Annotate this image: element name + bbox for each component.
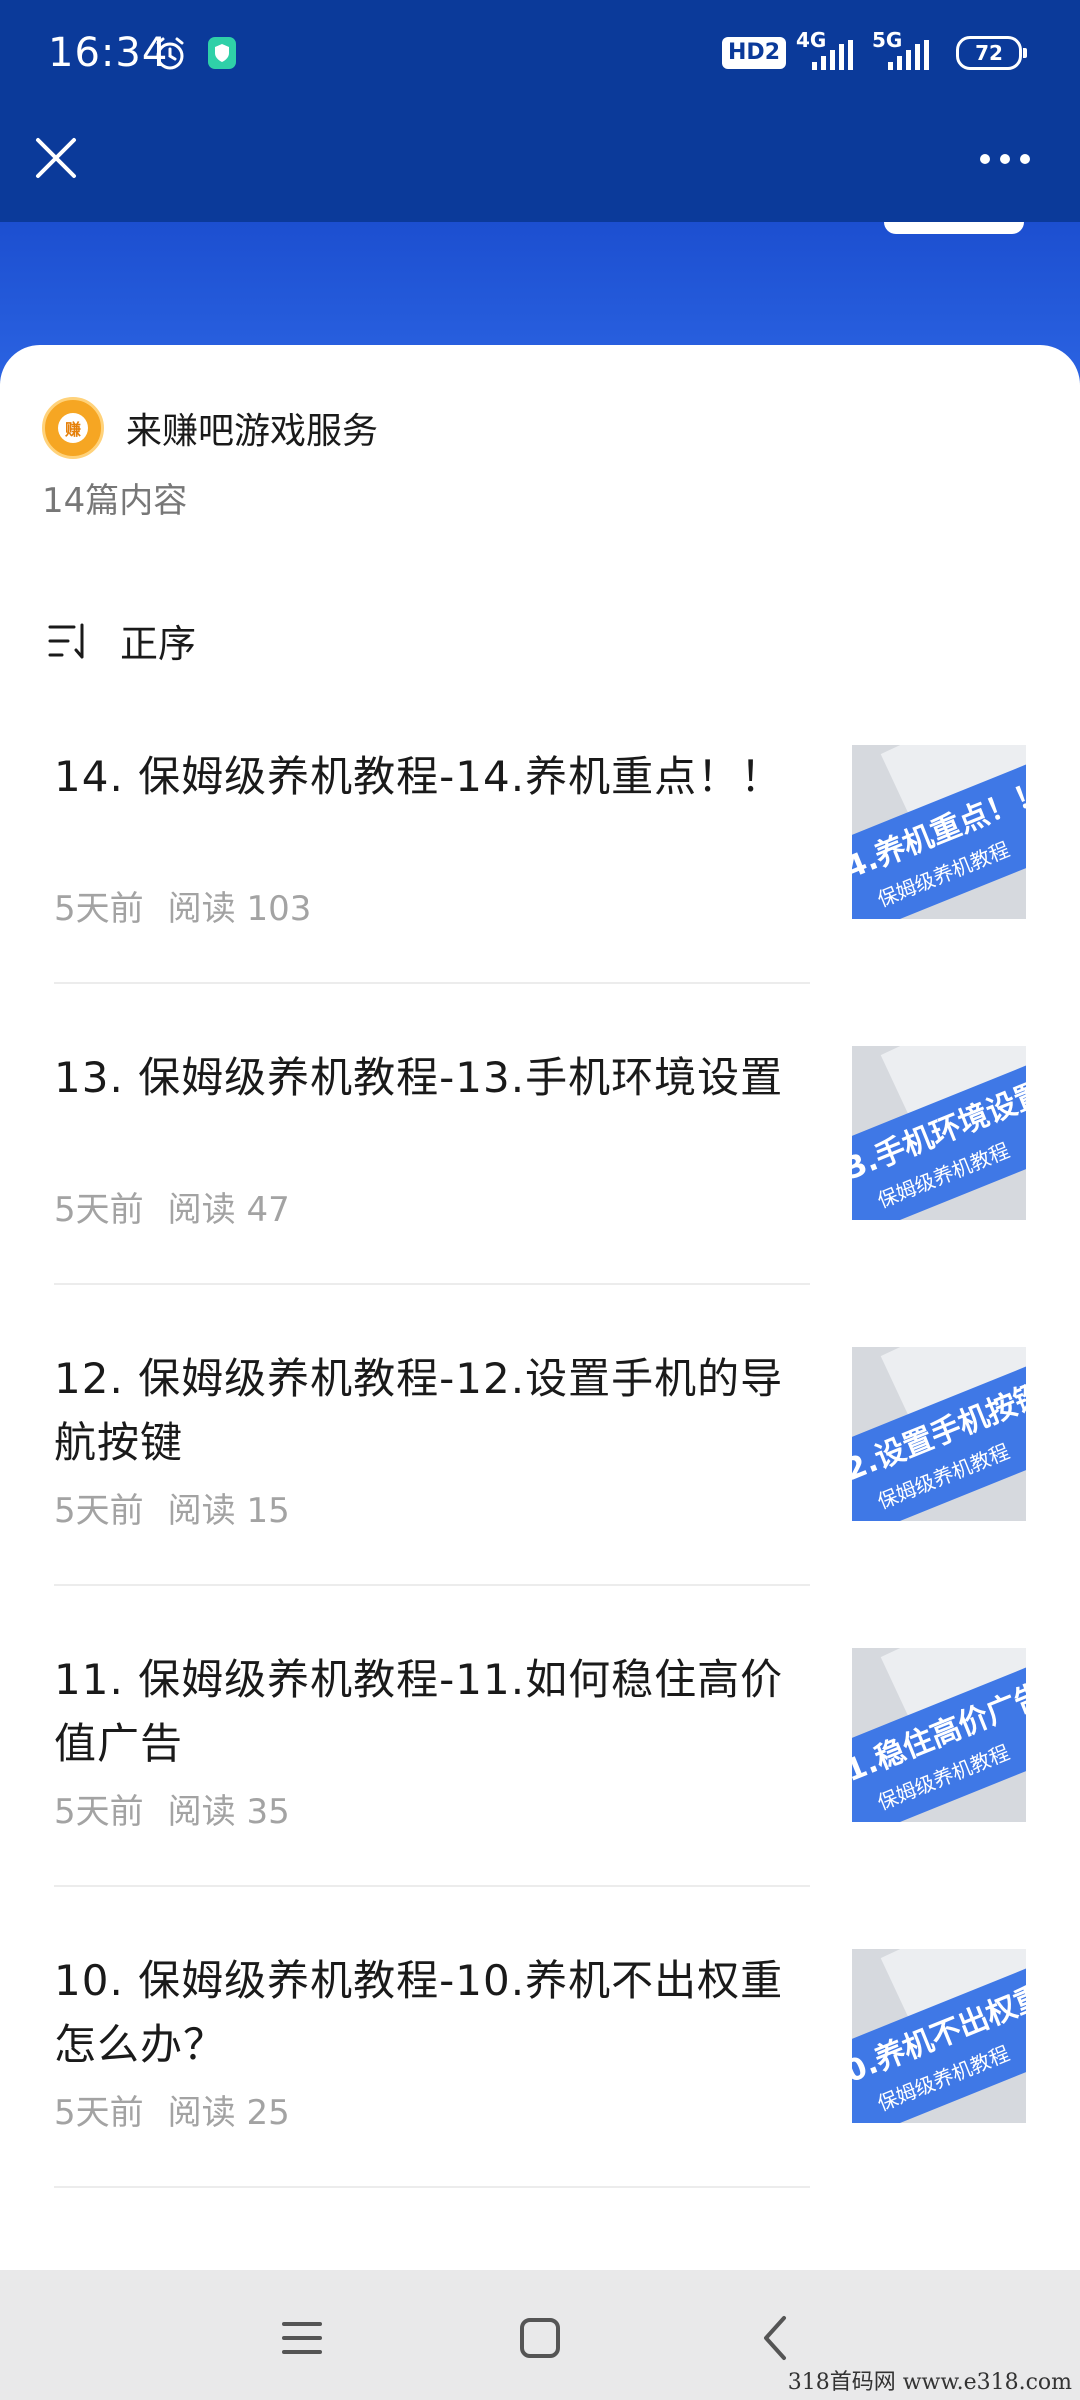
sort-label: 正序 xyxy=(120,622,197,666)
status-bar: 16:34 HD2 4G 5G 72 xyxy=(0,0,1080,110)
top-nav xyxy=(0,110,1080,222)
sort-icon xyxy=(48,623,84,658)
avatar-inner: 赚 xyxy=(58,413,88,443)
article-time: 5天前 xyxy=(54,1190,144,1230)
article-time: 5天前 xyxy=(54,1491,144,1531)
list-item[interactable]: 11. 保姆级养机教程-11.如何稳住高价值广告 5天前 阅读 35 1.稳住高价… xyxy=(0,1648,1080,1948)
signal-icon xyxy=(812,40,853,70)
system-nav-bar: 318首码网 www.e318.com xyxy=(0,2270,1080,2400)
divider xyxy=(54,1283,810,1285)
account-header[interactable]: 赚 来赚吧游戏服务 xyxy=(42,397,378,459)
signal-4g: 4G xyxy=(796,28,862,74)
status-time: 16:34 xyxy=(48,30,169,76)
signal-icon xyxy=(888,40,929,70)
shield-icon xyxy=(208,37,236,69)
status-indicators: HD2 4G 5G 72 xyxy=(722,28,1027,74)
more-icon[interactable] xyxy=(970,144,1040,174)
article-thumbnail[interactable]: 4.养机重点！！ 保姆级养机教程 xyxy=(852,745,1026,919)
article-title[interactable]: 12. 保姆级养机教程-12.设置手机的导航按键 xyxy=(54,1347,814,1475)
avatar[interactable]: 赚 xyxy=(42,397,104,459)
content-sheet: 赚 来赚吧游戏服务 14篇内容 正序 14. 保姆级养机教程-14.养机重点！！… xyxy=(0,345,1080,2270)
article-meta: 5天前 阅读 25 xyxy=(54,2085,290,2134)
more-dot xyxy=(1020,154,1030,164)
home-icon[interactable] xyxy=(510,2308,570,2368)
close-icon[interactable] xyxy=(28,130,84,186)
battery-level: 72 xyxy=(975,41,1003,65)
article-time: 5天前 xyxy=(54,1792,144,1832)
list-item[interactable]: 13. 保姆级养机教程-13.手机环境设置 5天前 阅读 47 3.手机环境设置 … xyxy=(0,1046,1080,1346)
divider xyxy=(54,2186,810,2188)
article-title[interactable]: 11. 保姆级养机教程-11.如何稳住高价值广告 xyxy=(54,1648,814,1776)
alarm-icon xyxy=(156,37,184,70)
article-meta: 5天前 阅读 35 xyxy=(54,1784,290,1833)
sort-toggle[interactable]: 正序 xyxy=(48,613,196,668)
list-item[interactable]: 12. 保姆级养机教程-12.设置手机的导航按键 5天前 阅读 15 2.设置手机… xyxy=(0,1347,1080,1647)
article-title[interactable]: 13. 保姆级养机教程-13.手机环境设置 xyxy=(54,1046,814,1110)
content-count: 14篇内容 xyxy=(42,481,188,521)
article-thumbnail[interactable]: 2.设置手机按键 保姆级养机教程 xyxy=(852,1347,1026,1521)
signal-5g: 5G xyxy=(872,28,938,74)
more-dot xyxy=(980,154,990,164)
list-item[interactable]: 14. 保姆级养机教程-14.养机重点！！ 5天前 阅读 103 4.养机重点！！… xyxy=(0,745,1080,1045)
article-thumbnail[interactable]: 1.稳住高价广告 保姆级养机教程 xyxy=(852,1648,1026,1822)
battery-icon: 72 xyxy=(956,36,1027,70)
list-item[interactable]: 10. 保姆级养机教程-10.养机不出权重怎么办？ 5天前 阅读 25 0.养机不… xyxy=(0,1949,1080,2249)
divider xyxy=(54,1885,810,1887)
article-time: 5天前 xyxy=(54,889,144,929)
article-title[interactable]: 14. 保姆级养机教程-14.养机重点！！ xyxy=(54,745,814,809)
article-meta: 5天前 阅读 103 xyxy=(54,881,311,930)
article-thumbnail[interactable]: 3.手机环境设置 保姆级养机教程 xyxy=(852,1046,1026,1220)
menu-icon[interactable] xyxy=(272,2308,332,2368)
account-name[interactable]: 来赚吧游戏服务 xyxy=(126,402,378,454)
hd-badge: HD2 xyxy=(722,37,786,69)
article-reads: 阅读 15 xyxy=(167,1491,290,1531)
article-time: 5天前 xyxy=(54,2093,144,2133)
article-reads: 阅读 47 xyxy=(167,1190,290,1230)
article-thumbnail[interactable]: 0.养机不出权重 保姆级养机教程 xyxy=(852,1949,1026,2123)
back-icon[interactable] xyxy=(746,2308,806,2368)
article-meta: 5天前 阅读 47 xyxy=(54,1182,290,1231)
article-title[interactable]: 10. 保姆级养机教程-10.养机不出权重怎么办？ xyxy=(54,1949,814,2077)
divider xyxy=(54,982,810,984)
divider xyxy=(54,1584,810,1586)
article-meta: 5天前 阅读 15 xyxy=(54,1483,290,1532)
watermark: 318首码网 www.e318.com xyxy=(787,2370,1072,2395)
article-reads: 阅读 25 xyxy=(167,2093,290,2133)
article-reads: 阅读 103 xyxy=(167,889,312,929)
more-dot xyxy=(1000,154,1010,164)
header-follow-pill xyxy=(884,222,1024,234)
article-reads: 阅读 35 xyxy=(167,1792,290,1832)
